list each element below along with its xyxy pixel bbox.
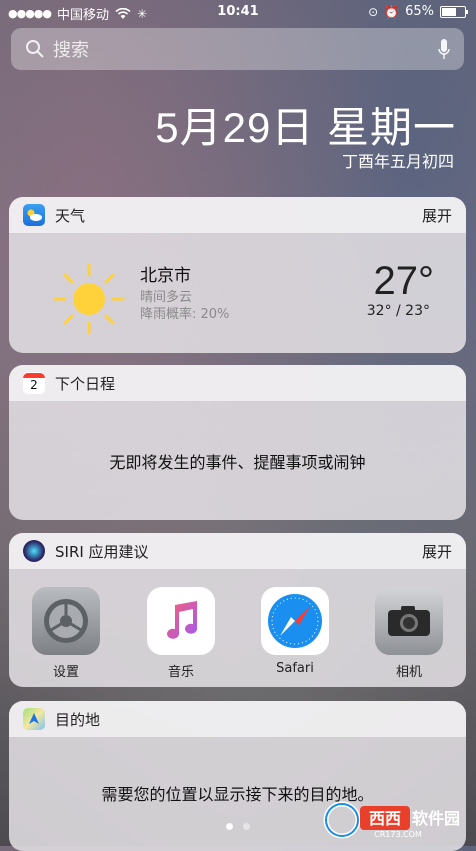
battery-icon bbox=[440, 5, 468, 18]
high-low-temperature: 32° / 23° bbox=[366, 303, 430, 319]
sunny-icon bbox=[53, 263, 125, 335]
calendar-empty-message: 无即将发生的事件、提醒事项或闹钟 bbox=[109, 452, 366, 472]
weather-expand-button[interactable]: 展开 bbox=[422, 205, 452, 226]
lunar-date: 丁酉年五月初四 bbox=[341, 152, 454, 171]
rain-chance: 降雨概率: 20% bbox=[140, 307, 230, 322]
siri-widget-header: SIRI 应用建议 展开 bbox=[9, 533, 466, 569]
music-icon bbox=[147, 587, 215, 655]
calendar-app-icon: 2 bbox=[23, 372, 45, 394]
current-temperature: 27° bbox=[373, 259, 435, 303]
destination-widget-header: 目的地 bbox=[9, 701, 466, 737]
battery-percent: 65% bbox=[405, 4, 434, 19]
camera-icon bbox=[375, 587, 443, 655]
app-label: 音乐 bbox=[167, 665, 194, 680]
weather-widget-header: 天气 展开 bbox=[9, 197, 466, 233]
weather-widget-title: 天气 bbox=[55, 206, 86, 225]
page-dot[interactable] bbox=[226, 823, 233, 830]
siri-icon bbox=[23, 540, 45, 562]
calendar-widget-title: 下个日程 bbox=[55, 374, 116, 393]
app-music[interactable]: 音乐 bbox=[141, 587, 221, 680]
weather-body: 北京市 晴间多云 降雨概率: 20% 27° 32° / 23° bbox=[9, 233, 466, 353]
weather-city: 北京市 bbox=[140, 266, 191, 286]
siri-suggestions-widget[interactable]: SIRI 应用建议 展开 设置 音乐 Safari 相机 bbox=[9, 533, 466, 687]
watermark-logo: 西西 软件园 CR173.COM bbox=[322, 800, 462, 840]
rotation-lock-icon: ⊙ bbox=[368, 4, 379, 19]
svg-text:西西: 西西 bbox=[369, 809, 401, 828]
search-input[interactable]: 搜索 bbox=[53, 36, 89, 62]
safari-icon bbox=[261, 587, 329, 655]
destination-widget-title: 目的地 bbox=[55, 710, 101, 729]
search-bar[interactable]: 搜索 bbox=[11, 28, 464, 70]
app-label: 设置 bbox=[52, 665, 79, 680]
app-label: Safari bbox=[276, 661, 314, 676]
weather-widget[interactable]: 天气 展开 北京市 晴间多云 降雨概率: 20% 27° 32° / 23° bbox=[9, 197, 466, 353]
app-safari[interactable]: Safari bbox=[255, 587, 335, 676]
app-label: 相机 bbox=[395, 665, 422, 680]
date-display: 5月29日 星期一 bbox=[155, 104, 456, 151]
page-dot[interactable] bbox=[243, 823, 250, 830]
siri-expand-button[interactable]: 展开 bbox=[422, 541, 452, 562]
weather-app-icon bbox=[23, 204, 45, 226]
svg-text:CR173.COM: CR173.COM bbox=[374, 830, 422, 839]
settings-icon bbox=[32, 587, 100, 655]
microphone-icon[interactable] bbox=[438, 39, 450, 61]
siri-widget-title: SIRI 应用建议 bbox=[55, 542, 149, 561]
calendar-widget[interactable]: 2 下个日程 无即将发生的事件、提醒事项或闹钟 bbox=[9, 365, 466, 520]
status-bar: ●●●●● 中国移动 ✳ 10:41 ⊙ ⏰ 65% bbox=[0, 0, 476, 24]
search-icon bbox=[26, 40, 44, 58]
suggested-apps: 设置 音乐 Safari 相机 bbox=[9, 569, 466, 687]
app-settings[interactable]: 设置 bbox=[26, 587, 106, 680]
calendar-widget-header: 2 下个日程 bbox=[9, 365, 466, 401]
alarm-icon: ⏰ bbox=[384, 4, 400, 19]
svg-text:软件园: 软件园 bbox=[412, 809, 460, 828]
app-camera[interactable]: 相机 bbox=[369, 587, 449, 680]
maps-app-icon bbox=[23, 708, 45, 730]
